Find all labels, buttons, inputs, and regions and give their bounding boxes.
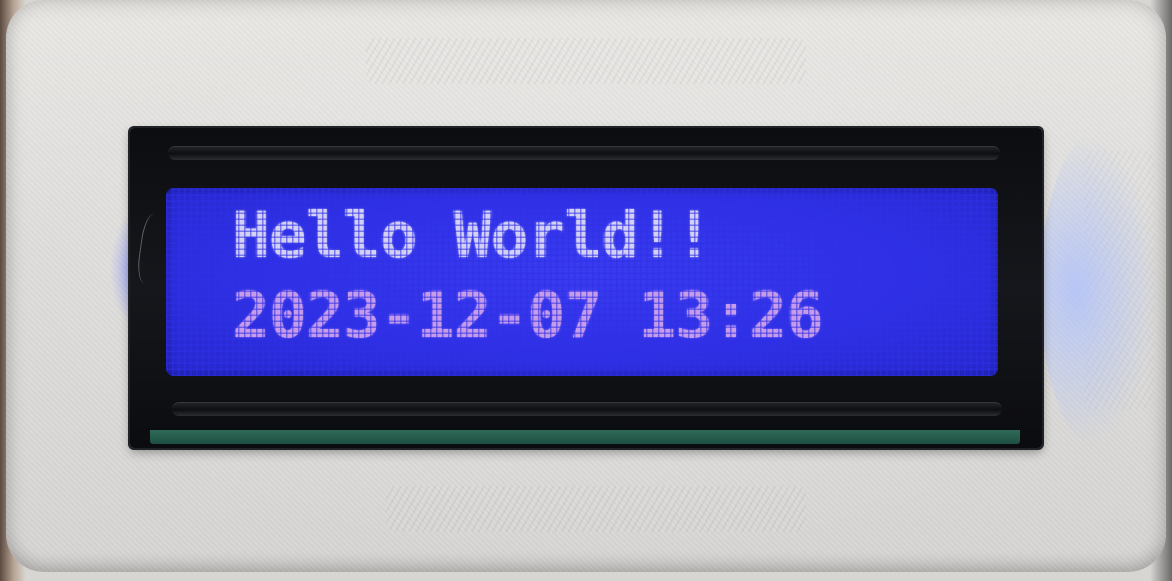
lcd-line-1: Hello World!! [232, 199, 713, 272]
bezel-rail-bottom [172, 402, 1002, 416]
photo-scene: Hello World!! 2023-12-07 13:26 [0, 0, 1172, 581]
lcd-pcb-edge [150, 430, 1020, 444]
backlight-glow-right [1040, 130, 1160, 450]
enclosure-texture-top [366, 38, 806, 84]
lcd-line-2-datetime: 2023-12-07 13:26 [232, 279, 824, 352]
lcd-screen: Hello World!! 2023-12-07 13:26 [166, 188, 998, 376]
enclosure-texture-bottom [386, 486, 806, 532]
bezel-rail-top [168, 146, 1000, 160]
